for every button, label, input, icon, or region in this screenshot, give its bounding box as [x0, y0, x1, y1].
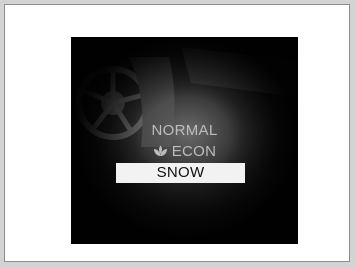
drive-mode-display: NORMAL ECON SNOW: [71, 37, 298, 244]
figure-frame: NORMAL ECON SNOW: [4, 4, 350, 262]
mode-label-normal: NORMAL: [151, 122, 218, 139]
econ-leaf-icon: [153, 145, 167, 157]
mode-item-snow-selected: SNOW: [116, 163, 245, 183]
mode-item-normal: NORMAL: [71, 121, 298, 140]
mode-label-econ: ECON: [171, 143, 217, 160]
mode-label-snow: SNOW: [156, 164, 205, 181]
mode-item-econ: ECON: [71, 142, 298, 161]
display-vignette: [71, 37, 298, 244]
